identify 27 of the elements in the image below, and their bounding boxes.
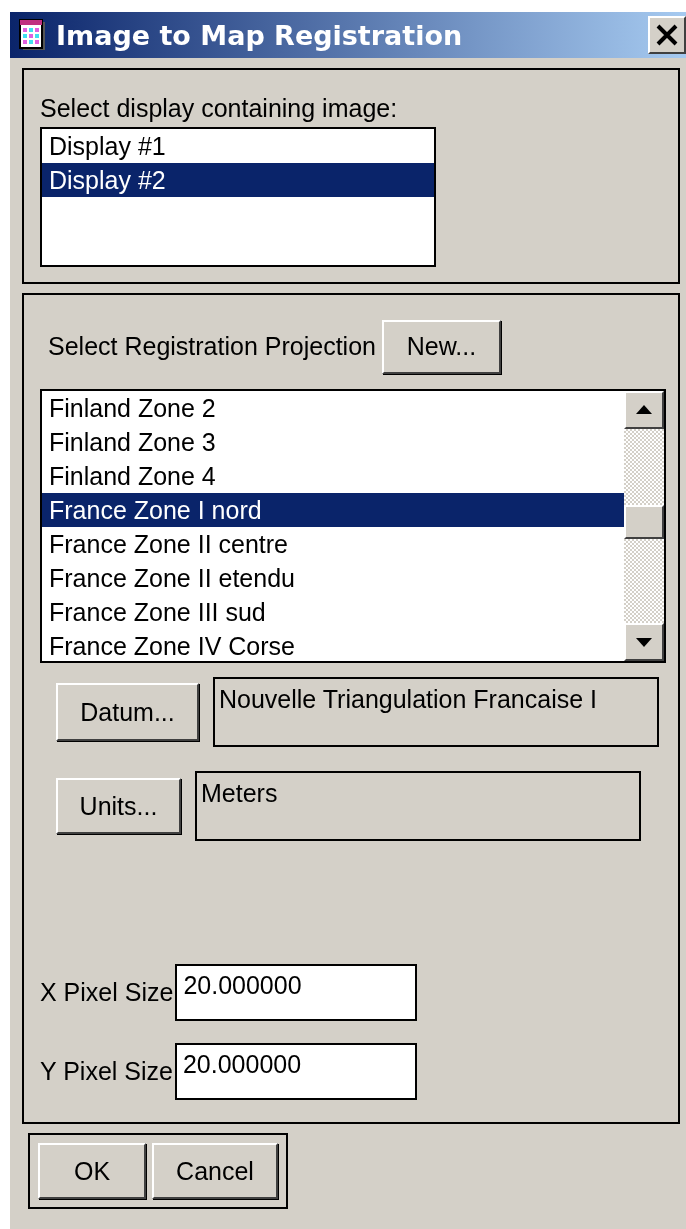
display-list[interactable]: Display #1 Display #2 [40,127,436,267]
scroll-down-button[interactable] [624,623,664,662]
up-arrow-icon [636,405,652,415]
cancel-button[interactable]: Cancel [152,1143,278,1199]
close-button[interactable] [648,16,686,54]
pixel-size-field[interactable]: 20.000000 [175,964,418,1021]
datum-button[interactable]: Datum... [56,683,199,742]
units-button[interactable]: Units... [56,778,181,835]
projection-item[interactable]: France Zone I nord [42,492,624,527]
pixel-size-label: Y Pixel Size [40,1057,173,1086]
units-field: Meters [195,771,641,842]
display-label: Select display containing image: [40,94,399,123]
pixel-size-label: X Pixel Size [40,978,174,1007]
display-item[interactable]: Display #2 [42,163,434,197]
projection-list[interactable]: Finland Zone 2 Finland Zone 3 Finland Zone 4 France Zone I nord France Zone II centre France Zone II etendu France Zone III sud France Zone IV Corse [40,388,666,664]
ok-button[interactable]: OK [38,1143,146,1199]
scroll-thumb[interactable] [624,504,664,539]
close-icon [655,24,679,46]
projection-label: Select Registration Projection [48,332,376,362]
pixel-size-field[interactable]: 20.000000 [174,1043,417,1100]
app-icon [18,19,48,51]
scroll-up-button[interactable] [624,390,664,429]
down-arrow-icon [636,637,652,647]
window-title: Image to Map Registration [56,19,464,51]
new-button[interactable]: New... [381,319,501,374]
datum-field: Nouvelle Triangulation Francaise I [213,677,659,748]
scrollbar[interactable] [624,390,664,662]
